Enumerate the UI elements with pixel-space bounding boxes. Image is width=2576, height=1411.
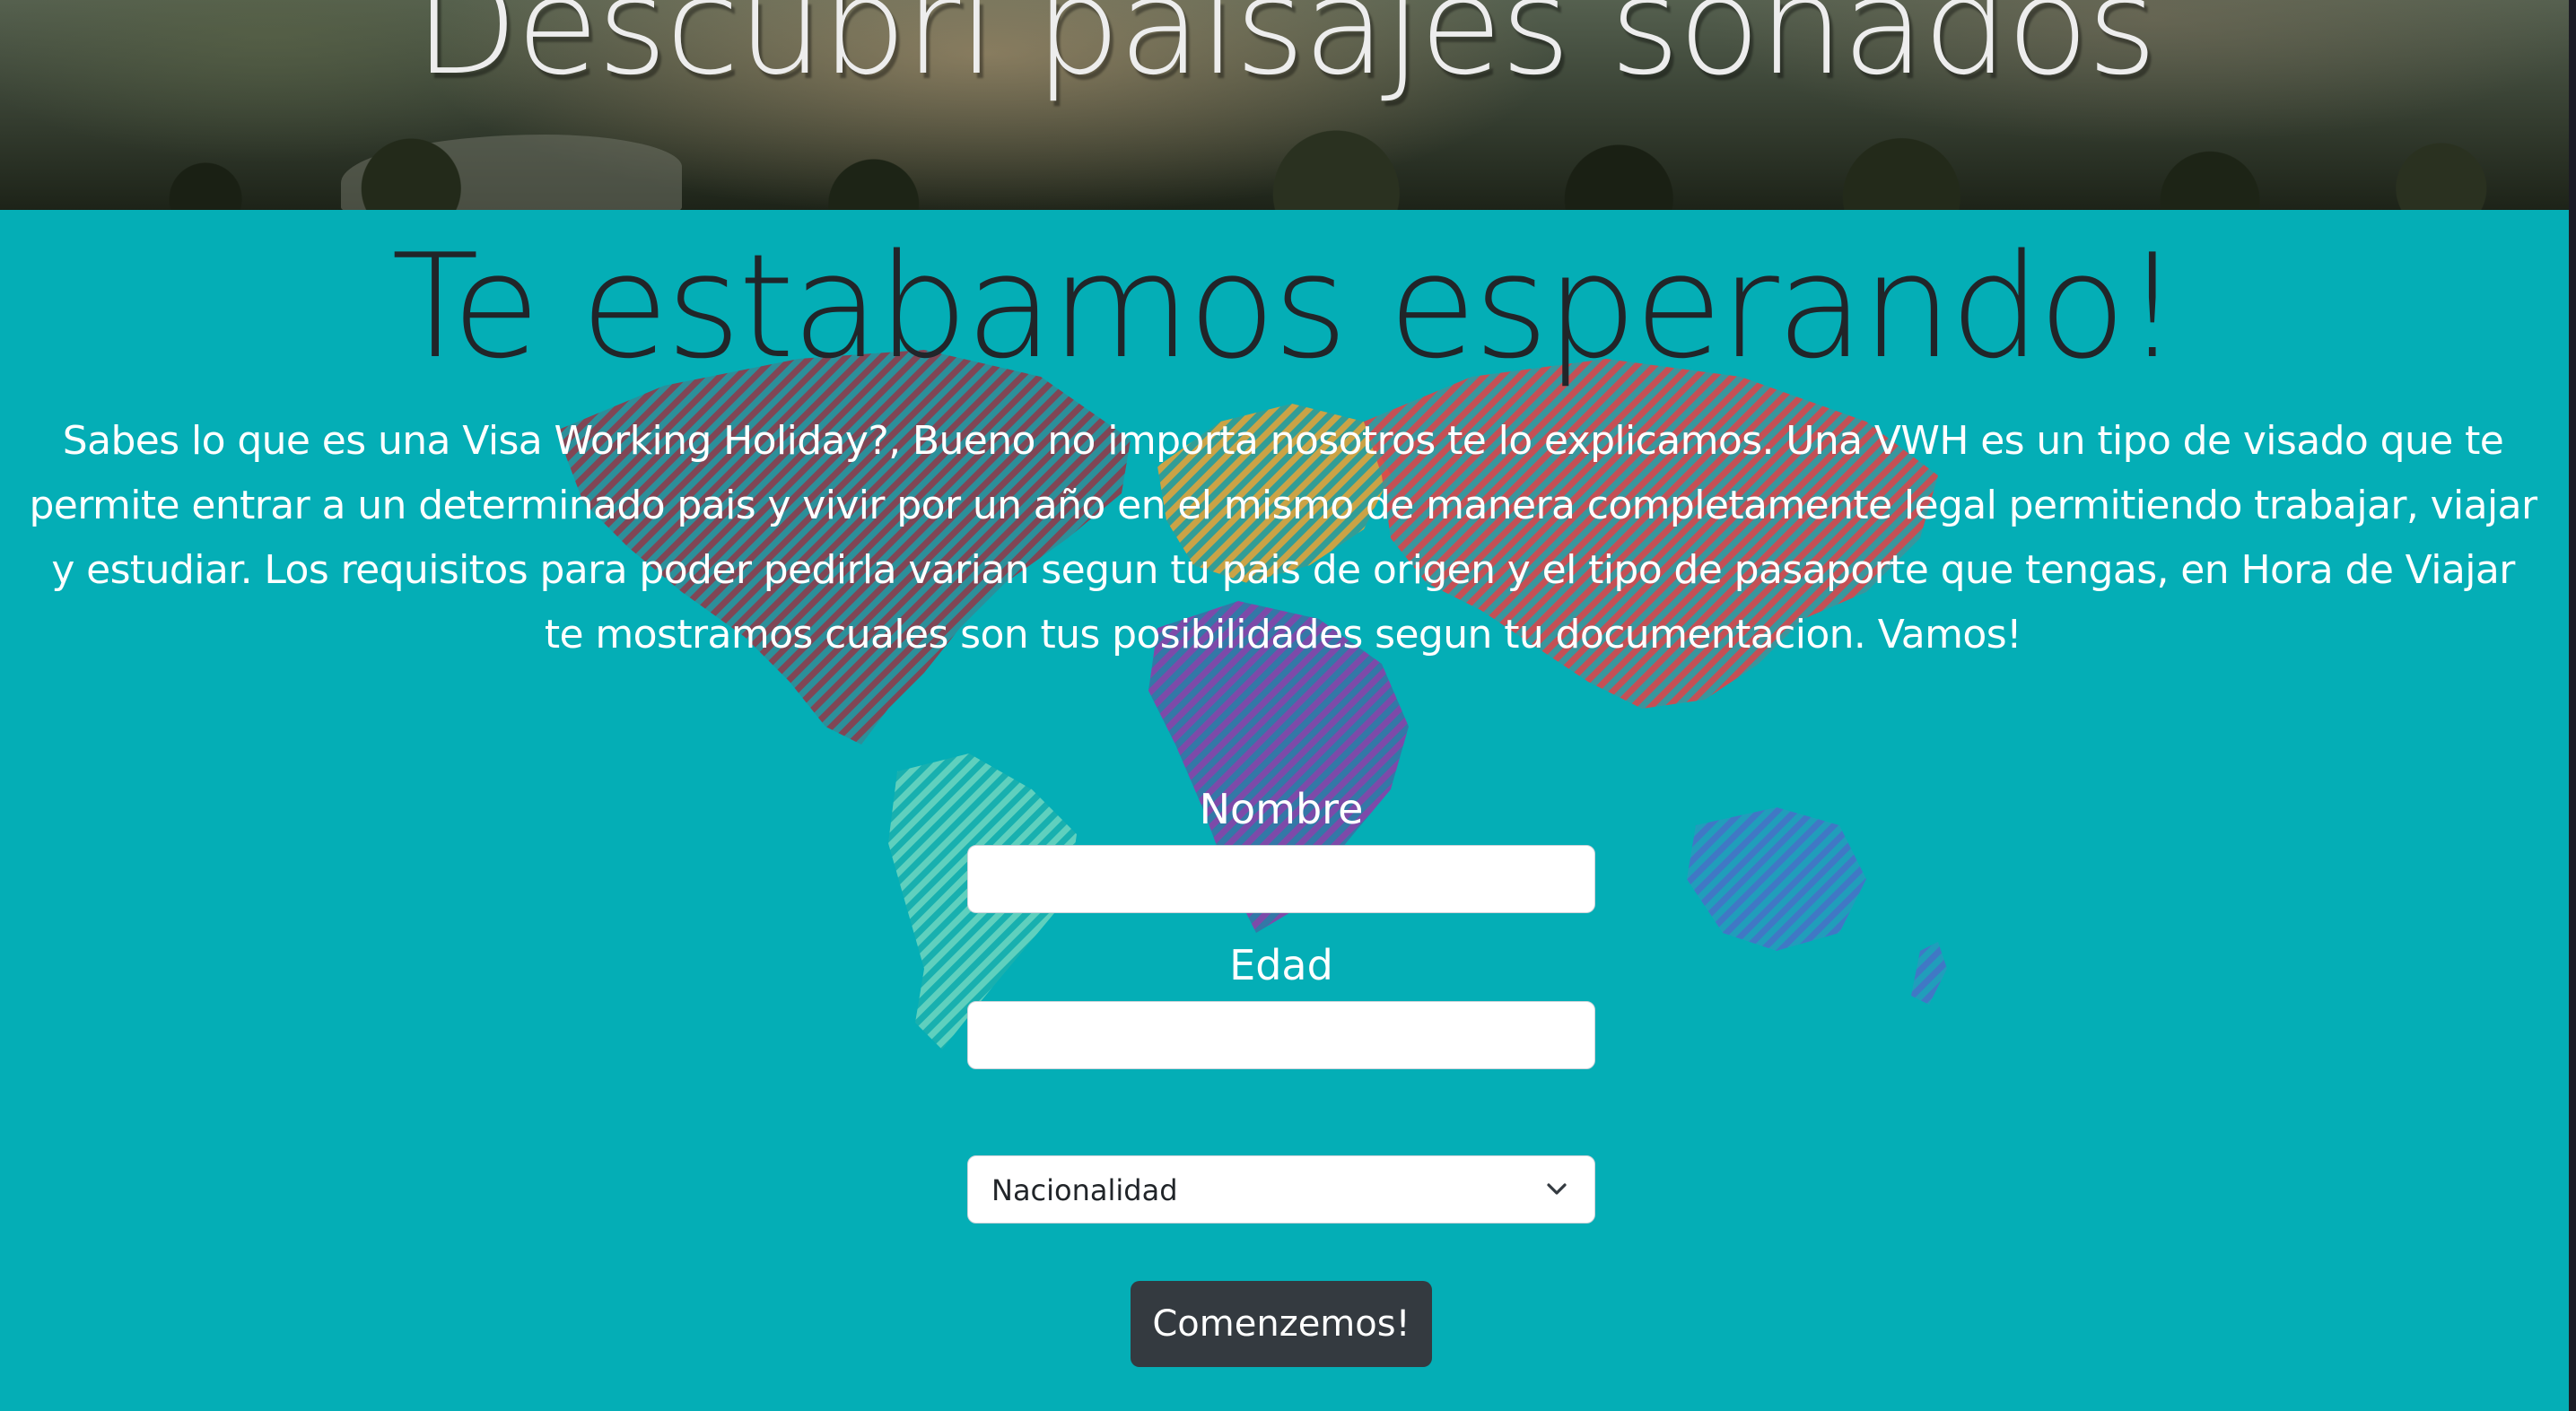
main-title: Te estabamos esperando! (391, 222, 2181, 390)
signup-form: Nombre Edad Nacionalidad Comenzemos! (967, 784, 1595, 1367)
intro-paragraph: Sabes lo que es una Visa Working Holiday… (29, 418, 2537, 658)
start-button[interactable]: Comenzemos! (1131, 1281, 1432, 1367)
hero-title: Descubrí paisajes soñados (414, 0, 2157, 105)
page: Descubrí paisajes soñados Te estabamos e… (0, 0, 2576, 1411)
age-input[interactable] (967, 1001, 1595, 1069)
nationality-select-value: Nacionalidad (991, 1173, 1178, 1207)
chevron-down-icon (1547, 1183, 1567, 1195)
hero-banner: Descubrí paisajes soñados (0, 0, 2570, 210)
nationality-select[interactable]: Nacionalidad (967, 1155, 1595, 1224)
name-label: Nombre (1199, 785, 1364, 833)
hero-scrub-shape (0, 102, 2570, 210)
main-section: Te estabamos esperando! Sabes lo que es … (0, 210, 2570, 1411)
age-label: Edad (1229, 941, 1333, 989)
window-edge (2569, 0, 2576, 1411)
name-input[interactable] (967, 845, 1595, 913)
